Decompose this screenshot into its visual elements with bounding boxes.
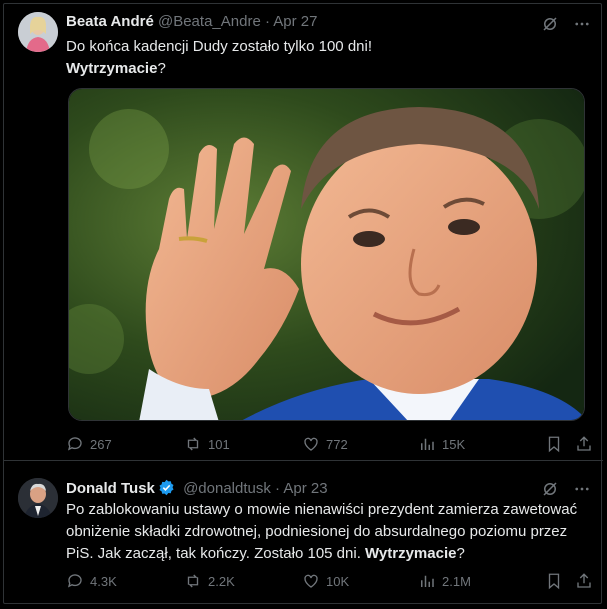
repost-button[interactable]: 101 — [184, 435, 230, 453]
author-handle[interactable]: @Beata_Andre — [158, 13, 261, 30]
heart-icon — [304, 437, 318, 451]
bookmark-button[interactable] — [545, 435, 563, 453]
share-icon — [577, 436, 591, 451]
views-button[interactable]: 2.1M — [418, 572, 471, 590]
share-button[interactable] — [575, 435, 593, 453]
tweet-text-end: ? — [157, 60, 166, 77]
reply-button[interactable]: 4.3K — [66, 572, 117, 590]
tweet-header: Donald Tusk @donaldtusk · Apr 23 — [66, 479, 595, 497]
view-count: 2.1M — [442, 573, 471, 589]
reply-count: 4.3K — [90, 573, 117, 589]
repost-icon — [187, 574, 199, 588]
grok-icon[interactable] — [541, 480, 559, 498]
tweet-actions: 267 101 772 15K — [66, 435, 593, 455]
grok-icon[interactable] — [541, 15, 559, 33]
tweet-text-bold: Wytrzymacie — [66, 60, 158, 77]
reply-button[interactable]: 267 — [66, 435, 112, 453]
views-icon — [421, 438, 434, 450]
like-count: 772 — [326, 436, 348, 452]
share-button[interactable] — [575, 572, 593, 590]
author-name[interactable]: Donald Tusk — [66, 480, 155, 497]
repost-button[interactable]: 2.2K — [184, 572, 235, 590]
repost-count: 2.2K — [208, 573, 235, 589]
bookmark-icon — [548, 436, 560, 453]
tweet-text-bold: Wytrzymacie — [365, 545, 457, 562]
repost-count: 101 — [208, 436, 230, 452]
tweet-text-line1: Do końca kadencji Dudy zostało tylko 100… — [66, 38, 373, 55]
tweet-text-end: ? — [456, 545, 465, 562]
view-count: 15K — [442, 436, 466, 452]
reply-icon — [67, 574, 82, 588]
tweet-date[interactable]: Apr 23 — [283, 480, 327, 497]
tweet-donald-tusk[interactable]: Donald Tusk @donaldtusk · Apr 23 Po zabl… — [4, 462, 603, 602]
bookmark-icon — [548, 573, 560, 590]
tweet-text: Do końca kadencji Dudy zostało tylko 100… — [66, 36, 587, 80]
views-icon — [421, 575, 434, 587]
like-button[interactable]: 10K — [302, 572, 349, 590]
tweet-text-main: Po zablokowaniu ustawy o mowie nienawiśc… — [66, 501, 578, 562]
tweet-header: Beata André @Beata_Andre · Apr 27 — [66, 13, 595, 30]
tweet-photo[interactable] — [68, 88, 585, 421]
share-icon — [577, 573, 591, 588]
verified-badge-icon — [159, 479, 174, 496]
avatar[interactable] — [18, 12, 58, 52]
bookmark-button[interactable] — [545, 572, 563, 590]
separator: · — [264, 13, 270, 30]
views-button[interactable]: 15K — [418, 435, 465, 453]
more-icon[interactable] — [573, 15, 591, 33]
reply-icon — [67, 437, 82, 451]
author-handle[interactable]: @donaldtusk — [183, 480, 271, 497]
reply-count: 267 — [90, 436, 112, 452]
tweet-date[interactable]: Apr 27 — [273, 13, 317, 30]
tweet-text: Po zablokowaniu ustawy o mowie nienawiśc… — [66, 499, 587, 565]
repost-icon — [187, 437, 199, 451]
heart-icon — [304, 574, 318, 588]
like-button[interactable]: 772 — [302, 435, 348, 453]
avatar[interactable] — [18, 478, 58, 518]
more-icon[interactable] — [573, 480, 591, 498]
tweet-actions: 4.3K 2.2K 10K 2.1M — [66, 572, 593, 592]
separator: · — [275, 480, 281, 497]
tweet-beata-andre[interactable]: Beata André @Beata_Andre · Apr 27 Do koń… — [4, 4, 603, 461]
like-count: 10K — [326, 573, 350, 589]
author-name[interactable]: Beata André — [66, 13, 154, 30]
